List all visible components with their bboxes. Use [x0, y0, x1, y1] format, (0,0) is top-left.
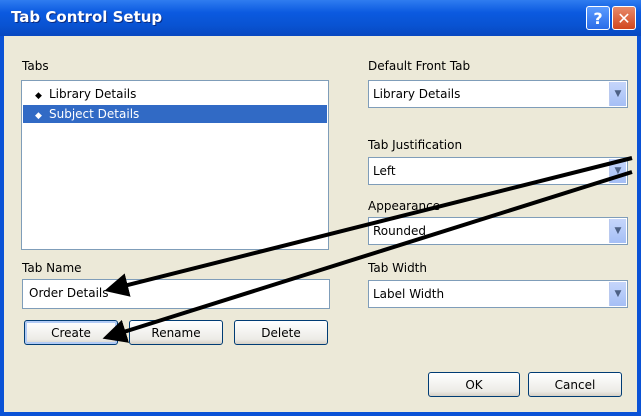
tab-justification-value: Left — [373, 164, 396, 178]
list-item-label: Subject Details — [49, 107, 140, 121]
help-icon: ? — [593, 8, 603, 28]
delete-button[interactable]: Delete — [234, 320, 328, 345]
tabs-label: Tabs — [22, 59, 49, 73]
rename-button[interactable]: Rename — [129, 320, 223, 345]
chevron-down-icon[interactable]: ▼ — [609, 282, 626, 306]
rename-button-label: Rename — [151, 325, 201, 340]
chevron-down-icon[interactable]: ▼ — [609, 159, 626, 183]
diamond-bullet-icon: ◆ — [35, 111, 42, 121]
default-front-tab-label: Default Front Tab — [368, 59, 471, 73]
diamond-bullet-icon: ◆ — [35, 91, 42, 101]
delete-button-label: Delete — [261, 325, 301, 340]
help-button[interactable]: ? — [586, 6, 610, 30]
create-button[interactable]: Create — [24, 320, 118, 345]
tab-width-select[interactable]: Label Width ▼ — [368, 280, 628, 308]
tab-justification-select[interactable]: Left ▼ — [368, 157, 628, 185]
appearance-select[interactable]: Rounded ▼ — [368, 217, 628, 245]
ok-button-label: OK — [465, 377, 483, 392]
tab-width-label: Tab Width — [368, 261, 427, 275]
list-item[interactable]: ◆ Library Details — [23, 85, 327, 103]
list-item[interactable]: ◆ Subject Details — [23, 105, 327, 123]
ok-button[interactable]: OK — [428, 372, 520, 397]
tab-justification-label: Tab Justification — [368, 138, 463, 152]
chevron-down-icon[interactable]: ▼ — [609, 219, 626, 243]
cancel-button-label: Cancel — [554, 377, 596, 392]
list-item-label: Library Details — [49, 87, 137, 101]
tabs-listbox[interactable]: ◆ Library Details ◆ Subject Details — [21, 80, 329, 250]
default-front-tab-value: Library Details — [373, 87, 461, 101]
appearance-label: Appearance — [368, 199, 441, 213]
close-button[interactable]: ✕ — [612, 6, 636, 30]
close-icon: ✕ — [617, 8, 631, 28]
cancel-button[interactable]: Cancel — [528, 372, 622, 397]
tab-name-value: Order Details — [29, 286, 109, 300]
create-button-label: Create — [51, 325, 91, 340]
appearance-value: Rounded — [373, 224, 426, 238]
window-title: Tab Control Setup — [11, 8, 163, 26]
tab-name-input[interactable]: Order Details — [22, 279, 330, 309]
default-front-tab-select[interactable]: Library Details ▼ — [368, 80, 628, 108]
chevron-down-icon[interactable]: ▼ — [609, 82, 626, 106]
tab-name-label: Tab Name — [22, 261, 82, 275]
dialog-window: Tab Control Setup ? ✕ Tabs ◆ Library Deta… — [0, 0, 641, 416]
title-bar[interactable]: Tab Control Setup ? ✕ — [0, 0, 641, 36]
tab-width-value: Label Width — [373, 287, 445, 301]
